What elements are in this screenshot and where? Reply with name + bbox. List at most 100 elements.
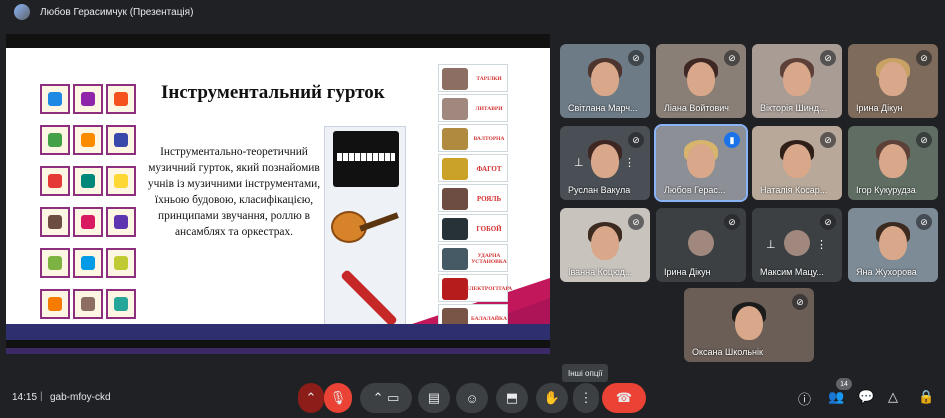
instrument-icon: [40, 166, 70, 196]
people-icon[interactable]: 👥: [828, 389, 844, 405]
participant-tile[interactable]: ⊘ Наталія Косар...: [752, 126, 842, 200]
participant-tile[interactable]: ⊘ Оксана Школьнік: [684, 288, 814, 362]
participant-tile[interactable]: ⊘ Ігор Кукурудза: [848, 126, 938, 200]
captions-button[interactable]: ▤: [418, 383, 450, 413]
avatar: [688, 230, 714, 256]
participant-tile[interactable]: ⊘ Вікторія Шинд...: [752, 44, 842, 118]
instrument-card: УДАРНА УСТАНОВКА: [438, 244, 508, 272]
instrument-icon: [73, 289, 103, 319]
instrument-card: ВАЛТОРНА: [438, 124, 508, 152]
instrument-card-image: [442, 158, 468, 180]
mic-off-icon: ⊘: [724, 50, 740, 66]
instrument-icon: [73, 84, 103, 114]
avatar: [784, 230, 810, 256]
participant-tile[interactable]: ⊥ ⋮ ⊘ Максим Мацу...: [752, 208, 842, 282]
instrument-icon: [73, 125, 103, 155]
more-options-icon[interactable]: ⋮: [816, 238, 827, 251]
slide-footer-band: [6, 324, 550, 340]
instrument-icon: [40, 289, 70, 319]
participant-tile[interactable]: ⊘ Ліана Войтович: [656, 44, 746, 118]
more-options-icon[interactable]: ⋮: [624, 156, 635, 169]
chat-icon[interactable]: 💬: [858, 389, 874, 405]
presentation-title: Любов Герасимчук (Презентація): [40, 6, 194, 18]
raise-hand-button[interactable]: ✋: [536, 383, 568, 413]
instrument-icon: [106, 207, 136, 237]
slide: Інструментальний гурток Інструментально-…: [6, 48, 550, 338]
participant-tile[interactable]: ⊘ Іванна Коцюд...: [560, 208, 650, 282]
participant-name: Іванна Коцюд...: [568, 267, 633, 277]
separator: |: [40, 391, 43, 402]
instrument-card-label: ЛИТАВРИ: [475, 106, 503, 112]
pin-icon[interactable]: ⊥: [574, 156, 584, 169]
instrument-icon: [73, 248, 103, 278]
mic-off-icon: ⊘: [820, 214, 836, 230]
instrument-card-label: ТАРІЛКИ: [476, 76, 502, 82]
participant-video: [879, 226, 907, 260]
emoji-button[interactable]: ☺: [456, 383, 488, 413]
host-controls-icon[interactable]: 🔒: [918, 389, 934, 405]
instrument-card-image: [442, 128, 468, 150]
pin-icon[interactable]: ⊥: [766, 238, 776, 251]
piano-image: [333, 131, 399, 187]
present-button[interactable]: ⬒: [496, 383, 528, 413]
instrument-card: ЕЛЕКТРОГІТАРА: [438, 274, 512, 302]
participant-video: [591, 62, 619, 96]
mic-off-icon: ⊘: [916, 214, 932, 230]
activities-icon[interactable]: △: [888, 389, 898, 405]
info-icon[interactable]: ⓘ: [798, 389, 811, 408]
instrument-card-image: [442, 188, 468, 210]
instrument-icon: [40, 248, 70, 278]
leave-call-button[interactable]: ☎: [602, 383, 646, 413]
participant-name: Ірина Дікун: [664, 267, 711, 277]
participant-video: [687, 144, 715, 178]
instrument-card-label: РОЯЛЬ: [476, 195, 502, 203]
participant-name: Оксана Школьнік: [692, 347, 763, 357]
instrument-card-image: [442, 68, 468, 90]
instrument-icon: [73, 166, 103, 196]
mic-off-icon: ⊘: [724, 214, 740, 230]
participant-video: [591, 226, 619, 260]
participant-tile[interactable]: ▮ Любов Герас...: [654, 124, 748, 202]
mic-off-icon: ⊘: [628, 132, 644, 148]
instrument-icon: [73, 207, 103, 237]
participant-name: Світлана Марч...: [568, 103, 638, 113]
instrument-card-image: [442, 98, 468, 120]
participant-tile[interactable]: ⊘ Ірина Дікун: [848, 44, 938, 118]
presenter-avatar: [14, 4, 30, 20]
mic-options-chevron-icon[interactable]: ⌃: [298, 383, 324, 413]
instrument-card: ФАГОТ: [438, 154, 508, 182]
instrument-card-label: ГОБОЙ: [476, 225, 502, 233]
instrument-puzzle: [324, 126, 406, 336]
instrument-card: РОЯЛЬ: [438, 184, 508, 212]
slide-title: Інструментальний гурток: [161, 82, 385, 103]
instrument-card-image: [442, 278, 468, 300]
mic-off-button[interactable]: 🎙: [324, 383, 352, 413]
presentation-view: Інструментальний гурток Інструментально-…: [6, 34, 550, 354]
participant-name: Вікторія Шинд...: [760, 103, 827, 113]
instrument-icon: [106, 289, 136, 319]
participant-tile[interactable]: ⊘ Світлана Марч...: [560, 44, 650, 118]
instrument-card: ГОБОЙ: [438, 214, 508, 242]
participant-tile[interactable]: ⊥ ⋮ ⊘ Руслан Вакула: [560, 126, 650, 200]
mic-off-icon: ⊘: [820, 50, 836, 66]
participant-name: Максим Мацу...: [760, 267, 824, 277]
camera-button[interactable]: ⌃ ▭: [360, 383, 412, 413]
participant-tile[interactable]: ⊘ Яна Жухорова: [848, 208, 938, 282]
instrument-card-label: УДАРНА УСТАНОВКА: [471, 253, 507, 265]
more-options-button[interactable]: ⋮: [573, 383, 599, 413]
top-bar: Любов Герасимчук (Презентація): [0, 0, 945, 24]
guitar-image: [331, 199, 401, 249]
bottom-bar: 14:15 | gab-mfoy-ckd ⌃ 🎙 ⌃ ▭ ▤ ☺ ⬒ ✋ ⋮ ☎…: [0, 378, 945, 418]
participant-video: [783, 144, 811, 178]
mic-off-icon: ⊘: [628, 214, 644, 230]
instrument-icon: [40, 125, 70, 155]
clock: 14:15: [12, 392, 38, 403]
instrument-card-label: ВАЛТОРНА: [473, 136, 505, 142]
mic-off-icon: ⊘: [792, 294, 808, 310]
participant-name: Руслан Вакула: [568, 185, 631, 195]
instrument-card: ЛИТАВРИ: [438, 94, 508, 122]
participant-name: Ліана Войтович: [664, 103, 729, 113]
slide-description: Інструментально-теоретичний музичний гур…: [147, 146, 321, 238]
mic-off-icon: ⊘: [916, 132, 932, 148]
participant-tile[interactable]: ⊘ Ірина Дікун: [656, 208, 746, 282]
